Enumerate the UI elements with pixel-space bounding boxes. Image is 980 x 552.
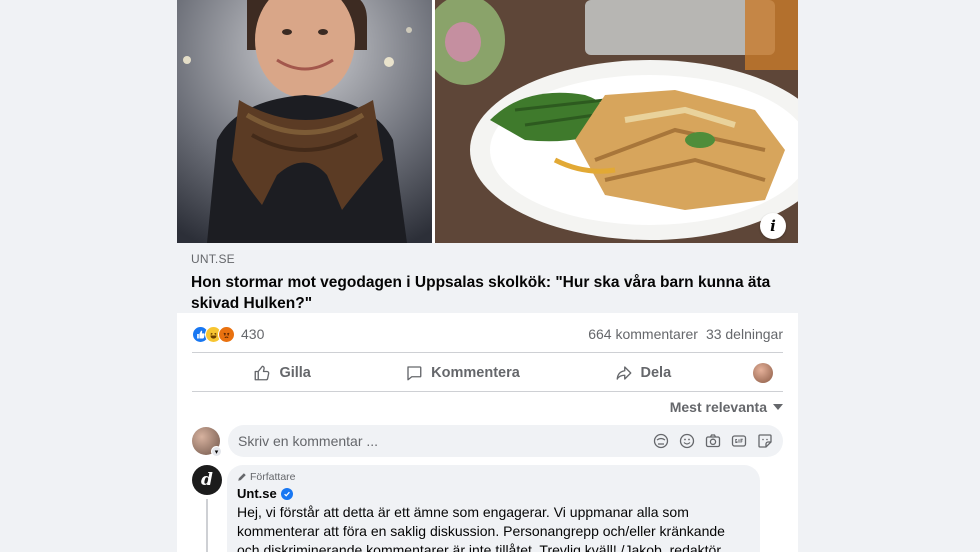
comment-input-wrapper[interactable] [228, 425, 783, 457]
post-images[interactable]: i [177, 0, 798, 243]
camera-icon[interactable] [705, 433, 721, 449]
comments-count[interactable]: 664 kommentarer [588, 326, 698, 342]
audience-avatar[interactable] [752, 363, 773, 383]
composer-icons [653, 433, 773, 449]
my-avatar[interactable]: ▾ [192, 427, 222, 457]
author-avatar[interactable]: d [192, 465, 222, 495]
sticker-icon[interactable] [757, 433, 773, 449]
like-button[interactable]: Gilla [192, 357, 372, 389]
comment-bubble: Författare Unt.se Hej, vi förstår att de… [227, 465, 760, 552]
gif-icon[interactable] [731, 433, 747, 449]
link-preview[interactable]: UNT.SE Hon stormar mot vegodagen i Uppsa… [177, 243, 798, 313]
divider-top [192, 352, 783, 353]
comment-bubble-icon [407, 366, 422, 381]
author-name[interactable]: Unt.se [237, 486, 277, 501]
angry-reaction-icon [218, 325, 235, 343]
food-photo[interactable] [435, 0, 798, 243]
author-name-row: Unt.se [237, 486, 750, 501]
share-label: Dela [640, 365, 672, 381]
share-button[interactable]: Dela [553, 357, 733, 389]
woman-photo[interactable] [177, 0, 432, 243]
reaction-count[interactable]: 430 [241, 326, 264, 342]
link-title[interactable]: Hon stormar mot vegodagen i Uppsalas sko… [191, 272, 784, 314]
action-bar: Gilla Kommentera Dela [192, 356, 783, 390]
thumbs-up-icon [255, 365, 270, 381]
chevron-down-icon[interactable]: ▾ [211, 446, 222, 457]
reactions-summary: 430 664 kommentarer 33 delningar [192, 318, 783, 350]
comment-input[interactable] [238, 433, 653, 449]
share-arrow-icon [616, 366, 631, 380]
link-domain: UNT.SE [191, 252, 235, 266]
avatar-sticker-icon[interactable] [653, 433, 669, 449]
reaction-icons-group[interactable]: 430 [192, 325, 264, 343]
engagement-stats: 664 kommentarer 33 delningar [588, 326, 783, 342]
thread-line [206, 499, 208, 552]
sort-label: Mest relevanta [669, 399, 767, 415]
pencil-icon [238, 473, 246, 481]
comment-button[interactable]: Kommentera [372, 357, 552, 389]
comment-composer: ▾ [192, 424, 783, 458]
emoji-icon[interactable] [679, 433, 695, 449]
comment-text: Hej, vi förstår att detta är ett ämne so… [237, 504, 725, 552]
shares-count[interactable]: 33 delningar [706, 326, 783, 342]
author-badge-label: Författare [250, 471, 296, 483]
author-badge: Författare [237, 471, 750, 483]
sort-dropdown[interactable]: Mest relevanta [670, 399, 783, 415]
comment-label: Kommentera [431, 365, 520, 381]
post-card: i UNT.SE Hon stormar mot vegodagen i Upp… [177, 0, 798, 552]
caret-down-icon [773, 404, 783, 410]
info-icon[interactable]: i [760, 213, 786, 239]
divider-bottom [192, 391, 783, 392]
verified-badge-icon [280, 487, 293, 500]
like-label: Gilla [279, 365, 311, 381]
